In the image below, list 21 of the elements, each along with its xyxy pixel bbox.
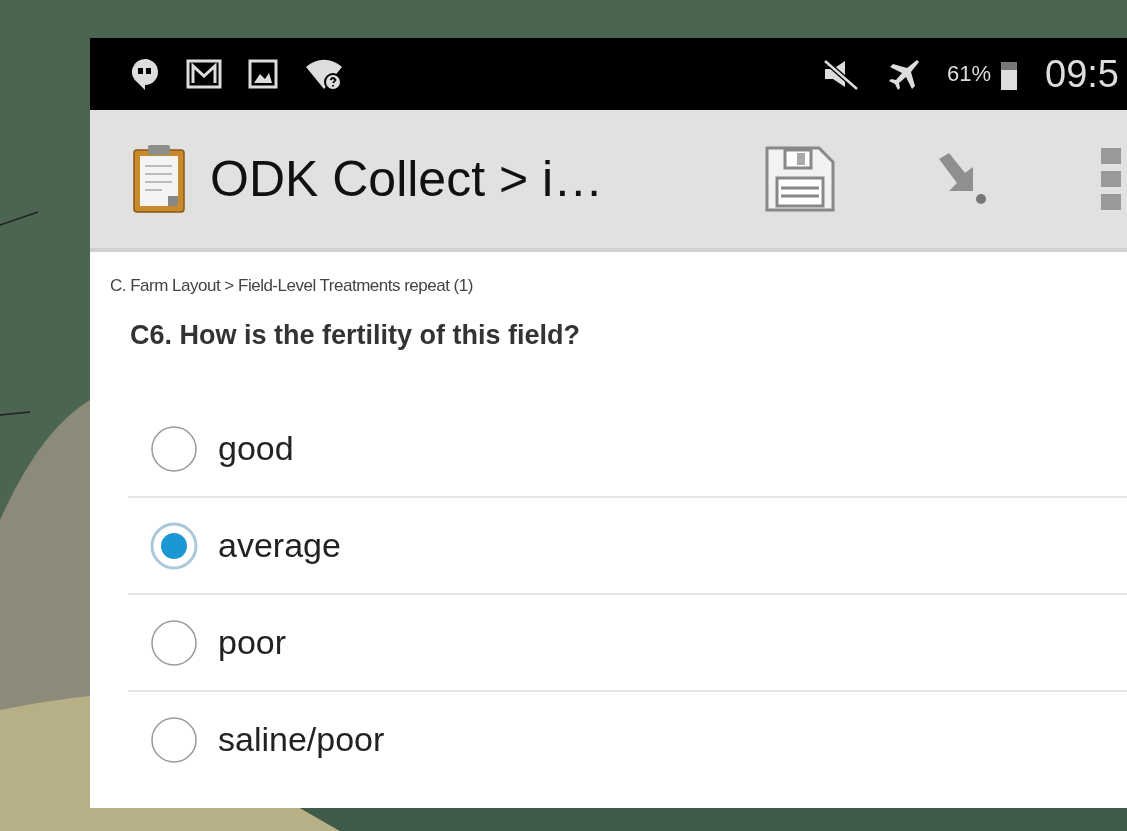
option-label[interactable]: average xyxy=(218,526,341,565)
breadcrumb: C. Farm Layout > Field-Level Treatments repeat (1) xyxy=(110,276,474,296)
wifi-icon xyxy=(304,57,344,91)
mute-icon xyxy=(821,57,859,91)
background-line xyxy=(0,411,31,416)
image-icon xyxy=(248,59,278,89)
radio-button[interactable] xyxy=(150,424,198,473)
app-title: ODK Collect > i… xyxy=(210,150,604,208)
radio-button[interactable] xyxy=(150,715,198,764)
clock: 09:5 xyxy=(1045,52,1119,96)
option-label[interactable]: good xyxy=(218,429,294,468)
battery-percentage: 61% xyxy=(947,61,992,87)
radio-button[interactable] xyxy=(150,521,198,570)
option-label[interactable]: saline/poor xyxy=(218,720,385,759)
radio-button[interactable] xyxy=(150,618,198,667)
mail-icon xyxy=(186,59,222,89)
chat-bubble-icon xyxy=(130,57,160,91)
question-label: C6. How is the fertility of this field? xyxy=(130,320,582,351)
background-line xyxy=(0,211,39,226)
option-label[interactable]: poor xyxy=(218,623,287,662)
clipboard-icon xyxy=(132,144,186,214)
